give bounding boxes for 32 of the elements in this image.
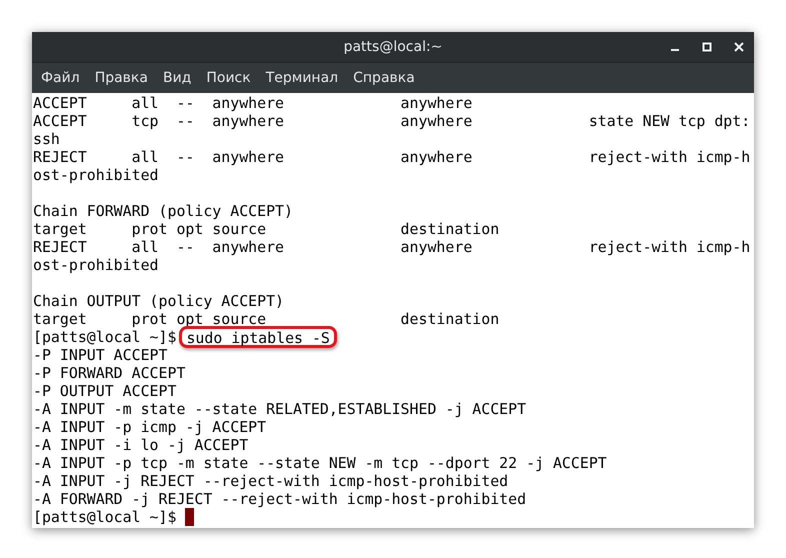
menu-item[interactable]: Справка [353, 68, 415, 88]
window-title: patts@local:~ [344, 38, 442, 56]
typed-command: sudo iptables -S [179, 326, 337, 348]
terminal-output-line: ACCEPT tcp -- anywhere anywhere state NEW tcp dpt: [33, 112, 750, 130]
terminal-output-line: ssh [33, 130, 60, 148]
shell-prompt: [patts@local ~]$ [33, 328, 176, 346]
terminal-output-line: Chain OUTPUT (policy ACCEPT) [33, 292, 284, 310]
menu-item[interactable]: Правка [94, 68, 148, 88]
terminal-output-line: ost-prohibited [33, 256, 159, 274]
menu-item[interactable]: Поиск [206, 68, 251, 88]
close-icon[interactable] [734, 42, 744, 52]
terminal-output-line: -P OUTPUT ACCEPT [33, 382, 176, 400]
menu-item[interactable]: Вид [162, 68, 192, 88]
terminal-output-line: target prot opt source destination [33, 220, 500, 238]
terminal-output-line: -A FORWARD -j REJECT --reject-with icmp-host-prohibited [33, 490, 526, 508]
terminal-output-line: REJECT all -- anywhere anywhere reject-with icmp-h [33, 238, 750, 256]
menu-item[interactable]: Файл [41, 68, 80, 88]
maximize-icon[interactable] [702, 42, 712, 52]
terminal-output-line: -P FORWARD ACCEPT [33, 364, 186, 382]
terminal-output-line: -A INPUT -j REJECT --reject-with icmp-host-prohibited [33, 472, 508, 490]
terminal-output-line: -A INPUT -i lo -j ACCEPT [33, 436, 248, 454]
terminal-output-line: ACCEPT all -- anywhere anywhere [33, 94, 472, 112]
terminal-output-line: -A INPUT -m state --state RELATED,ESTABLISHED -j ACCEPT [33, 400, 526, 418]
terminal-output-line: -P INPUT ACCEPT [33, 346, 168, 364]
terminal-output-line: ost-prohibited [33, 166, 159, 184]
terminal-output-line: -A INPUT -p tcp -m state --state NEW -m tcp --dport 22 -j ACCEPT [33, 454, 607, 472]
terminal-output-line: Chain FORWARD (policy ACCEPT) [33, 202, 293, 220]
terminal-output-line: REJECT all -- anywhere anywhere reject-with icmp-h [33, 148, 750, 166]
menu-item[interactable]: Терминал [266, 68, 338, 88]
terminal-output-line: target prot opt source destination [33, 310, 500, 328]
shell-prompt: [patts@local ~]$ [33, 508, 176, 526]
terminal-output-line: -A INPUT -p icmp -j ACCEPT [33, 418, 266, 436]
